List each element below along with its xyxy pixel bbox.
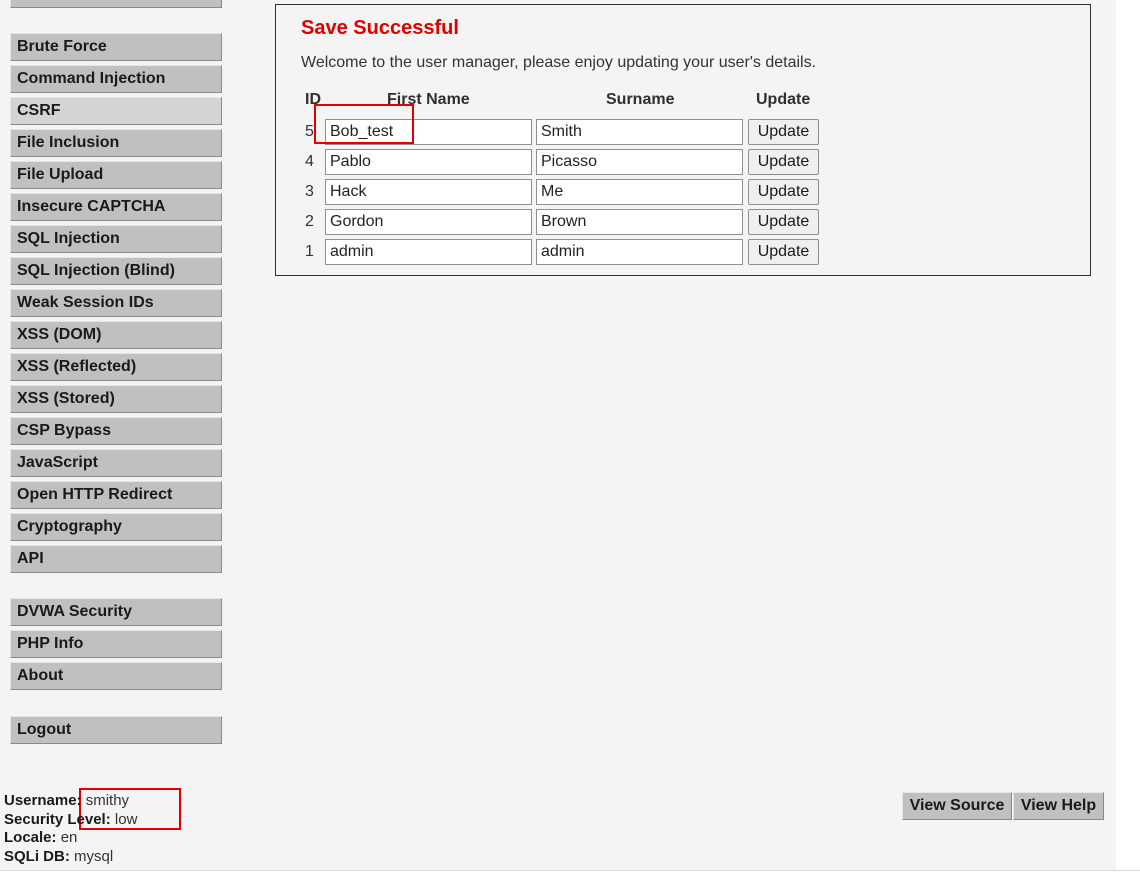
first-name-input[interactable]: [325, 149, 532, 175]
row-id: 1: [305, 243, 314, 260]
page-title: Save Successful: [301, 17, 459, 39]
first-name-input[interactable]: [325, 179, 532, 205]
locale-label: Locale:: [4, 829, 57, 846]
row-id: 5: [305, 123, 314, 140]
surname-input[interactable]: [536, 239, 743, 265]
security-level-value: low: [114, 810, 138, 828]
sidebar-item-sql-injection[interactable]: SQL Injection: [10, 225, 222, 253]
surname-input[interactable]: [536, 209, 743, 235]
user-info: Username: smithy Security Level: low Loc…: [4, 792, 137, 866]
info-username: Username: smithy: [4, 792, 137, 811]
annotation-highlight-first-name: [314, 104, 414, 144]
sidebar-item-insecure-captcha[interactable]: Insecure CAPTCHA: [10, 193, 222, 221]
surname-input[interactable]: [536, 179, 743, 205]
username-label: Username:: [4, 792, 82, 809]
sidebar-item-csrf[interactable]: CSRF: [10, 97, 222, 125]
bottom-edge: [0, 870, 1140, 877]
sidebar-item-csp-bypass[interactable]: CSP Bypass: [10, 417, 222, 445]
sidebar-item-cryptography[interactable]: Cryptography: [10, 513, 222, 541]
security-level-label: Security Level:: [4, 810, 111, 828]
sidebar-item-about[interactable]: About: [10, 662, 222, 690]
info-security-level: Security Level: low: [4, 811, 137, 830]
sidebar-item-xss-dom[interactable]: XSS (DOM): [10, 321, 222, 349]
sidebar-item-command-injection[interactable]: Command Injection: [10, 65, 222, 93]
column-header-surname: Surname: [606, 91, 675, 108]
first-name-input[interactable]: [325, 239, 532, 265]
sqli-db-label: SQLi DB:: [4, 847, 70, 865]
sidebar-item-file-upload[interactable]: File Upload: [10, 161, 222, 189]
sidebar-item-weak-session-ids[interactable]: Weak Session IDs: [10, 289, 222, 317]
update-button[interactable]: Update: [748, 179, 819, 205]
update-button[interactable]: Update: [748, 209, 819, 235]
column-header-update: Update: [756, 91, 811, 108]
sidebar-item-xss-stored[interactable]: XSS (Stored): [10, 385, 222, 413]
username-value: smithy: [85, 792, 130, 809]
welcome-text: Welcome to the user manager, please enjo…: [301, 54, 817, 71]
sidebar-item-php-info[interactable]: PHP Info: [10, 630, 222, 658]
sidebar-item-brute-force[interactable]: Brute Force: [10, 33, 222, 61]
sidebar-item-file-inclusion[interactable]: File Inclusion: [10, 129, 222, 157]
info-locale: Locale: en: [4, 829, 137, 848]
sidebar-group-vulnerabilities: Brute Force Command Injection CSRF File …: [10, 33, 222, 577]
update-button[interactable]: Update: [748, 119, 819, 145]
sidebar-item-javascript[interactable]: JavaScript: [10, 449, 222, 477]
row-id: 4: [305, 153, 314, 170]
sqli-db-value: mysql: [74, 847, 114, 865]
sidebar-item-dvwa-security[interactable]: DVWA Security: [10, 598, 222, 626]
sidebar-item-xss-reflected[interactable]: XSS (Reflected): [10, 353, 222, 381]
view-source-button[interactable]: View Source: [902, 792, 1012, 820]
sidebar-item-api[interactable]: API: [10, 545, 222, 573]
row-id: 3: [305, 183, 314, 200]
sidebar-group-logout: Logout: [10, 716, 222, 748]
locale-value: en: [60, 829, 78, 846]
surname-input[interactable]: [536, 149, 743, 175]
surname-input[interactable]: [536, 119, 743, 145]
sidebar-item-logout[interactable]: Logout: [10, 716, 222, 744]
first-name-input[interactable]: [325, 209, 532, 235]
update-button[interactable]: Update: [748, 239, 819, 265]
sidebar-group-settings: DVWA Security PHP Info About: [10, 598, 222, 694]
scrollbar-gutter: [1116, 0, 1140, 877]
row-id: 2: [305, 213, 314, 230]
sidebar-item-open-http-redirect[interactable]: Open HTTP Redirect: [10, 481, 222, 509]
sidebar-item-home-partial[interactable]: [10, 0, 222, 8]
sidebar-item-sql-injection-blind[interactable]: SQL Injection (Blind): [10, 257, 222, 285]
info-sqli-db: SQLi DB: mysql: [4, 848, 137, 867]
update-button[interactable]: Update: [748, 149, 819, 175]
view-help-button[interactable]: View Help: [1013, 792, 1104, 820]
